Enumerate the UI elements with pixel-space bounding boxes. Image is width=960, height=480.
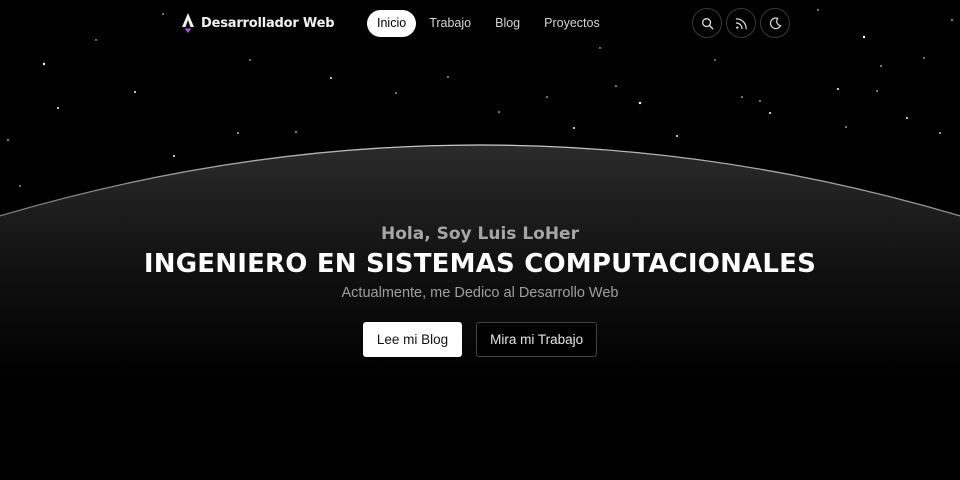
main-nav: Inicio Trabajo Blog Proyectos (367, 10, 613, 37)
hero-section: Hola, Soy Luis LoHer INGENIERO EN SISTEM… (0, 222, 960, 303)
search-icon (701, 17, 713, 29)
moon-icon (769, 16, 781, 29)
astro-logo-icon (182, 13, 194, 33)
read-blog-button[interactable]: Lee mi Blog (362, 322, 463, 357)
search-button[interactable] (692, 8, 722, 38)
brand-link[interactable]: Desarrollador Web (179, 12, 335, 34)
site-header: Desarrollador Web Inicio Trabajo Blog Pr… (0, 0, 960, 46)
nav-item-proyectos[interactable]: Proyectos (533, 10, 611, 37)
hero-headline: INGENIERO EN SISTEMAS COMPUTACIONALES (143, 249, 817, 279)
header-actions (692, 8, 790, 38)
nav-item-blog[interactable]: Blog (484, 10, 531, 37)
nav-item-trabajo[interactable]: Trabajo (418, 10, 482, 37)
nav-item-inicio[interactable]: Inicio (367, 10, 417, 37)
view-work-button[interactable]: Mira mi Trabajo (476, 322, 598, 357)
hero-subtitle: Actualmente, me Dedico al Desarrollo Web (341, 285, 619, 301)
theme-toggle-button[interactable] (760, 8, 790, 38)
brand-name: Desarrollador Web (201, 15, 335, 31)
rss-icon (735, 17, 747, 29)
page: Desarrollador Web Inicio Trabajo Blog Pr… (0, 0, 960, 480)
rss-button[interactable] (726, 8, 756, 38)
hero-greeting: Hola, Soy Luis LoHer (381, 224, 579, 244)
hero-cta-group: Lee mi Blog Mira mi Trabajo (0, 322, 960, 357)
